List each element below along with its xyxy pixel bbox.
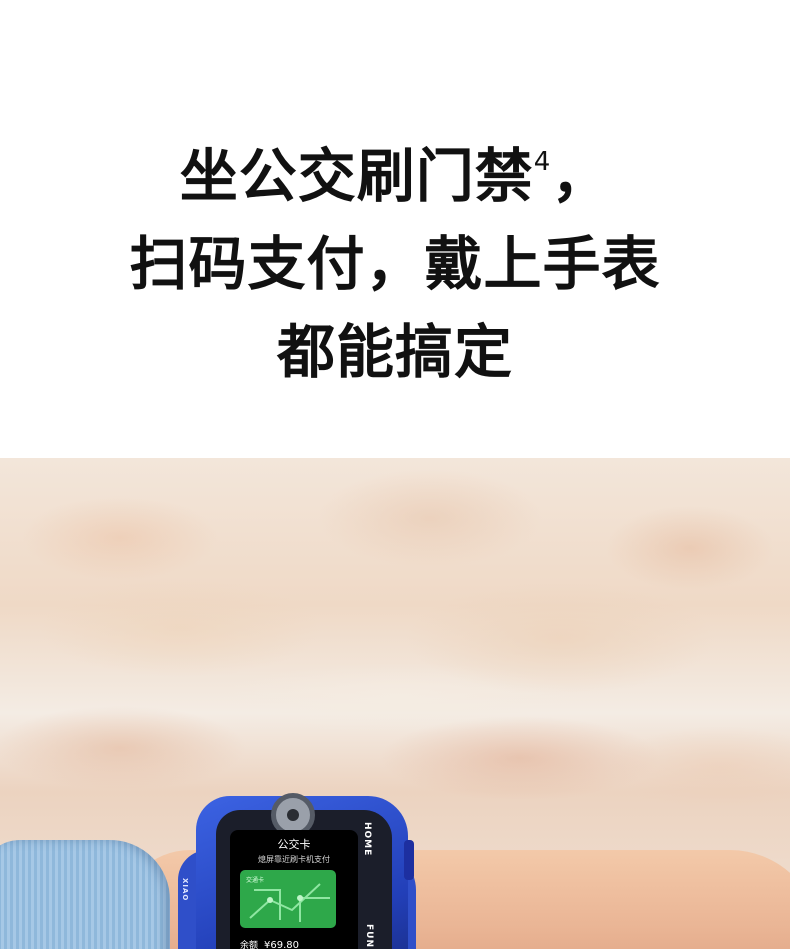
home-label: HOME	[362, 822, 372, 857]
headline-line-2: 扫码支付，戴上手表	[129, 230, 661, 298]
watch-side-button	[404, 840, 414, 880]
headline-line-1-text: 坐公交刷门禁	[179, 142, 534, 210]
camera-lens	[287, 809, 299, 821]
balance-label: 余额	[240, 941, 259, 949]
headline-line-1: 坐公交刷门禁4，	[0, 118, 790, 220]
headline-line-3: 都能搞定	[276, 318, 513, 386]
sweater-sleeve	[0, 840, 170, 949]
footnote-marker: 4	[533, 147, 552, 177]
transit-card: 交通卡	[240, 870, 336, 928]
screen-hint: 熄屏靠近刷卡机支付	[258, 855, 330, 864]
balance-row: 余额 ¥69.80	[240, 938, 299, 949]
card-label: 交通卡	[246, 877, 265, 884]
balance-value: ¥69.80	[264, 940, 300, 949]
brand-side-label: XIAO	[181, 878, 189, 902]
product-photo: 公交卡 熄屏靠近刷卡机支付 交通卡 余额 ¥69.80 HOME FUN XIAO	[0, 458, 790, 949]
headline: 坐公交刷门禁4， 扫码支付，戴上手表 都能搞定	[0, 118, 790, 396]
watch-screen: 公交卡 熄屏靠近刷卡机支付 交通卡 余额 ¥69.80	[230, 830, 358, 949]
fun-label: FUN	[364, 924, 374, 948]
screen-title: 公交卡	[277, 838, 311, 851]
headline-line-1-punct: ，	[551, 142, 611, 210]
